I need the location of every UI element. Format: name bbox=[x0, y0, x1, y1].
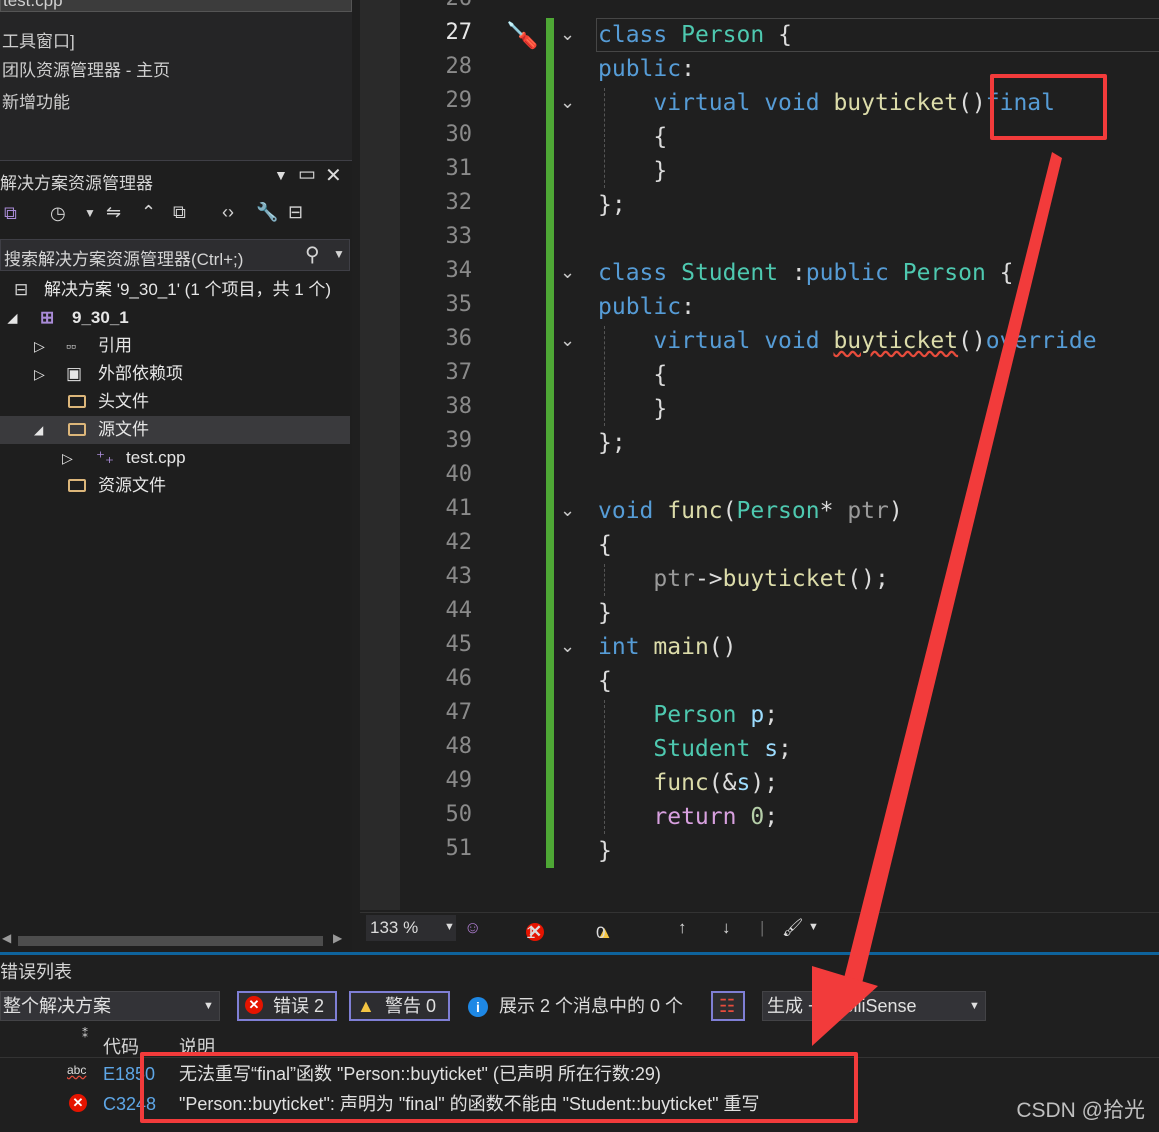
annotation-arrow bbox=[812, 152, 1062, 1046]
annotation-arrow-shaft bbox=[840, 152, 1062, 1000]
watermark: CSDN @拾光 bbox=[1016, 1099, 1145, 1122]
annotation-arrow-head bbox=[812, 966, 878, 1046]
